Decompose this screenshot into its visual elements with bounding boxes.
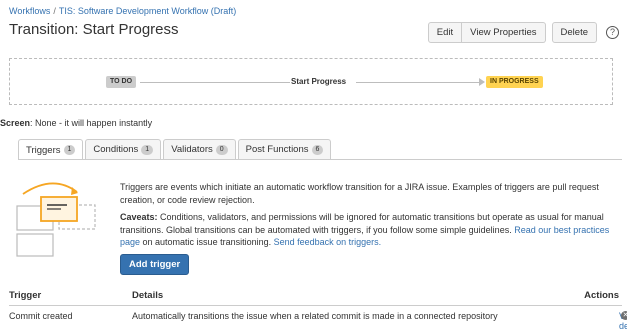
breadcrumb: Workflows / TIS: Software Development Work…	[9, 6, 236, 16]
table-divider	[9, 305, 622, 306]
transition-line-right	[356, 82, 480, 83]
column-header-details: Details	[132, 290, 164, 301]
table-row: Commit created Automatically transitions…	[0, 311, 627, 331]
status-to-lozenge: IN PROGRESS	[486, 76, 543, 88]
breadcrumb-workflow-link[interactable]: TIS: Software Development Workflow (Draf…	[59, 6, 236, 16]
trigger-name: Commit created	[9, 311, 73, 321]
add-trigger-button[interactable]: Add trigger	[120, 254, 190, 275]
tab-triggers[interactable]: Triggers 1	[18, 139, 84, 160]
status-from-lozenge: TO DO	[106, 76, 137, 88]
illustration-box-bottom	[16, 233, 54, 257]
screen-info: Screen: None - it will happen instantly	[0, 118, 152, 128]
tab-count-badge: 1	[63, 145, 76, 155]
caveats-text-continued: on automatic issue transitioning.	[140, 237, 274, 247]
breadcrumb-separator: /	[53, 6, 56, 16]
breadcrumb-workflows-link[interactable]: Workflows	[9, 6, 50, 16]
transition-line-left	[140, 82, 290, 83]
tab-count-badge: 6	[311, 144, 324, 155]
triggers-intro: Triggers are events which initiate an au…	[120, 182, 599, 205]
screen-label: Screen	[0, 118, 31, 128]
tab-post-functions[interactable]: Post Functions 6	[237, 139, 332, 159]
edit-button[interactable]: Edit	[427, 22, 463, 43]
trigger-illustration-icon	[16, 182, 96, 257]
triggers-table-header: Trigger Details Actions	[0, 290, 627, 304]
edit-button-group: Edit View Properties	[427, 22, 546, 43]
help-icon[interactable]: ?	[606, 26, 619, 39]
transition-diagram: TO DO Start Progress IN PROGRESS	[9, 58, 613, 105]
screen-value: : None - it will happen instantly	[30, 118, 153, 128]
tab-label: Triggers	[26, 144, 61, 156]
header-actions: Edit View Properties Delete ?	[427, 22, 619, 43]
page-title: Transition: Start Progress	[9, 21, 179, 38]
triggers-caveats: Caveats: Conditions, validators, and per…	[120, 211, 622, 249]
tab-label: Validators	[171, 144, 213, 155]
column-header-actions: Actions	[584, 290, 619, 301]
column-header-trigger: Trigger	[9, 290, 42, 301]
tabs-divider	[18, 159, 622, 160]
triggers-description: Triggers are events which initiate an au…	[120, 181, 622, 254]
transition-name: Start Progress	[291, 77, 347, 86]
tab-count-badge: 0	[215, 144, 228, 155]
view-properties-button[interactable]: View Properties	[462, 22, 546, 43]
tab-count-badge: 1	[141, 144, 154, 155]
delete-button[interactable]: Delete	[551, 22, 597, 43]
trigger-details: Automatically transitions the issue when…	[132, 311, 498, 321]
arrowhead-icon	[479, 78, 485, 86]
tab-bar: Triggers 1 Conditions 1 Validators 0 Pos…	[18, 139, 333, 160]
caveats-label: Caveats:	[120, 212, 158, 222]
illustration-curve-arrow	[22, 182, 78, 195]
tab-label: Post Functions	[245, 144, 309, 155]
tab-label: Conditions	[93, 144, 139, 155]
tab-conditions[interactable]: Conditions 1	[85, 139, 162, 159]
tab-validators[interactable]: Validators 0	[163, 139, 236, 159]
feedback-link[interactable]: Send feedback on triggers.	[274, 237, 382, 247]
remove-icon[interactable]: ✕	[621, 311, 627, 320]
